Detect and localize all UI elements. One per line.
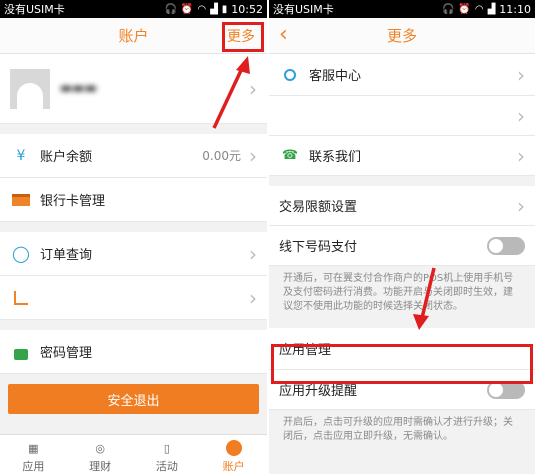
annotation-arrow <box>212 56 250 129</box>
more-screen: 没有USIM卡 🎧 ⏰ ◠ ▟ 11:10 ‹ 更多 客服中心 › › ☎ 联系… <box>269 0 535 474</box>
annotation-arrow <box>413 267 436 330</box>
account-screen: 没有USIM卡 🎧 ⏰ ◠ ▟ ▮ 10:52 账户 更多 ▬▬▬ › ¥ 账户… <box>0 0 267 474</box>
